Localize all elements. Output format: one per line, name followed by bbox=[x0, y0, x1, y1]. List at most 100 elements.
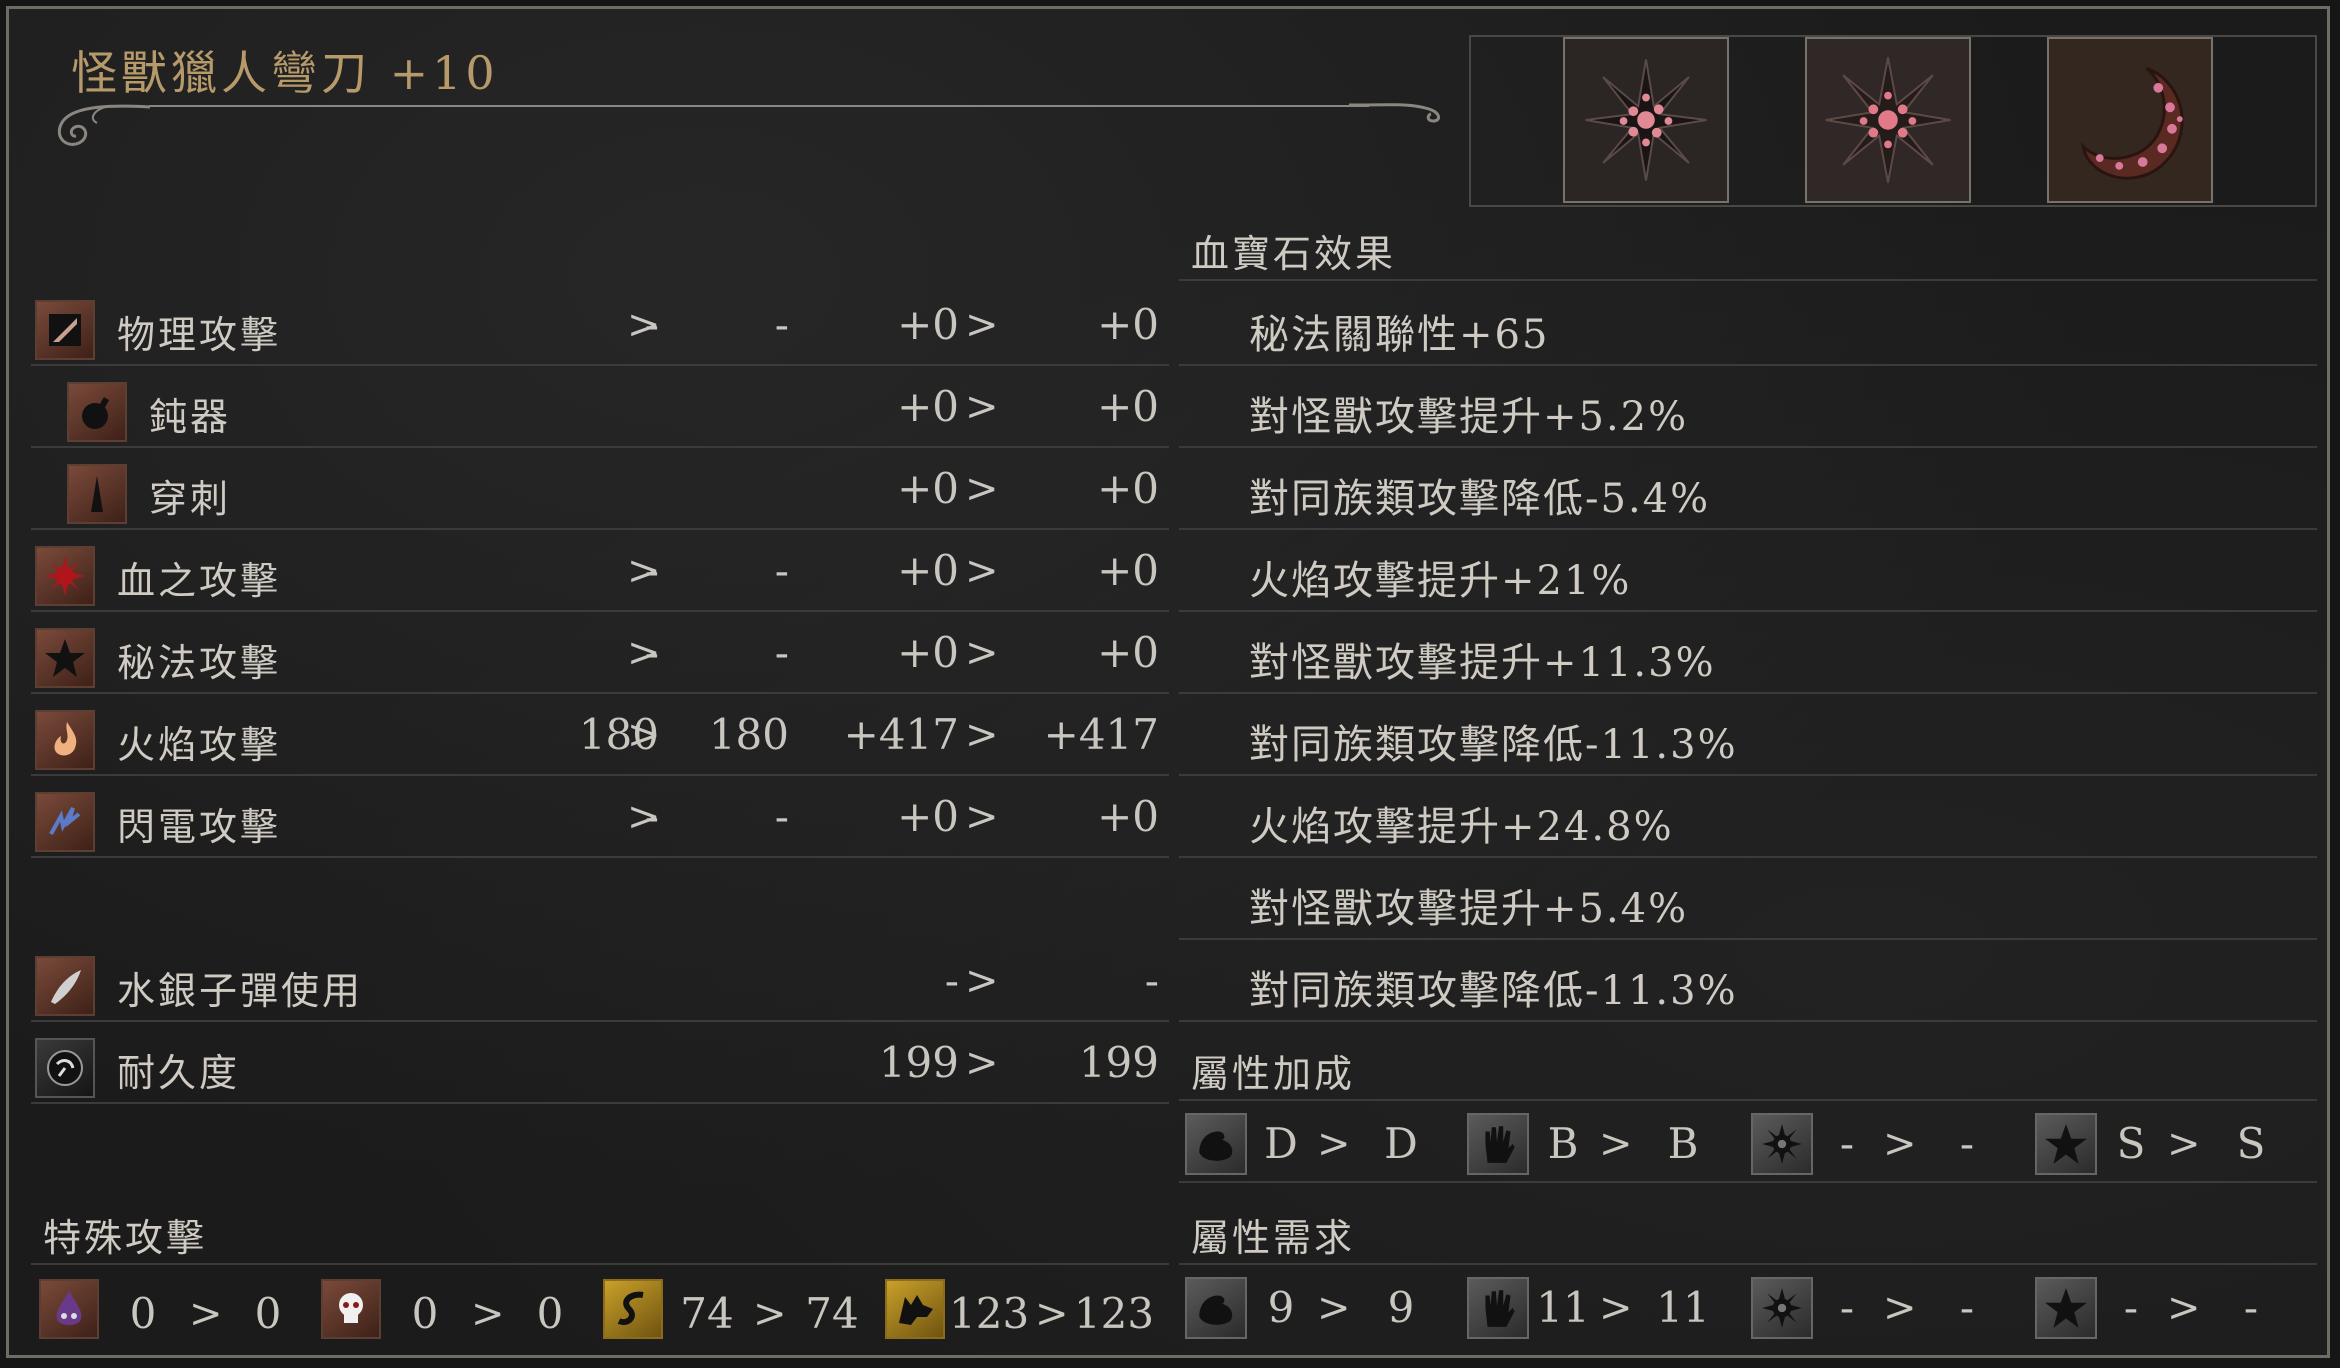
skill-badge bbox=[1467, 1113, 1529, 1175]
waning-blood-gem-icon bbox=[2049, 39, 2211, 201]
skill-icon bbox=[1475, 1285, 1521, 1331]
arrow-icon: > bbox=[753, 1291, 787, 1337]
bloodtinge-icon bbox=[1759, 1121, 1805, 1167]
ornament-right-icon bbox=[1349, 103, 1440, 123]
divider bbox=[31, 610, 1169, 612]
arrow-icon: > bbox=[965, 548, 999, 594]
thrust-badge bbox=[67, 464, 127, 524]
thrust-icon bbox=[75, 472, 119, 516]
arrow-icon: > bbox=[189, 1291, 223, 1337]
arrow-icon: > bbox=[627, 548, 661, 594]
gem-effects-title: 血寶石效果 bbox=[1191, 232, 1397, 276]
blood-attack-badge bbox=[35, 546, 95, 606]
durability-after: 199 bbox=[1078, 1038, 1159, 1087]
gem-effect-text: 秘法關聯性+65 bbox=[1249, 312, 1550, 358]
durability-badge bbox=[35, 1038, 95, 1098]
value-after: - bbox=[2243, 1283, 2259, 1332]
quicksilver-label: 水銀子彈使用 bbox=[117, 969, 364, 1013]
divider bbox=[1179, 774, 2317, 776]
arrow-icon: > bbox=[627, 794, 661, 840]
value-before: - bbox=[1839, 1283, 1855, 1332]
serpent-badge bbox=[603, 1279, 663, 1339]
divider bbox=[1179, 1263, 2317, 1265]
stat-bonus-before: +0 bbox=[897, 300, 959, 349]
special-after: 0 bbox=[536, 1289, 564, 1338]
ornament-left-icon bbox=[57, 104, 151, 146]
blood-attack-icon bbox=[43, 554, 87, 598]
quicksilver-bullet-icon bbox=[43, 964, 87, 1008]
stat-label: 血之攻擊 bbox=[117, 559, 282, 603]
gem-effect-text: 對同族類攻擊降低-11.3% bbox=[1249, 968, 1738, 1014]
gem-effect-text: 對怪獸攻擊提升+11.3% bbox=[1249, 640, 1716, 686]
divider bbox=[31, 1263, 1169, 1265]
arrow-icon: > bbox=[965, 302, 999, 348]
arcane-attack-icon bbox=[43, 636, 87, 680]
stat-bonus-after: +0 bbox=[1097, 628, 1159, 677]
weapon-detail-panel: 怪獸獵人彎刀 +10 物理攻擊 - > - +0 > +0 鈍器 +0 > +0… bbox=[6, 6, 2330, 1358]
fire-attack-badge bbox=[35, 710, 95, 770]
stat-label: 火焰攻擊 bbox=[117, 723, 282, 767]
stat-bonus-after: +417 bbox=[1043, 710, 1159, 759]
value-after: - bbox=[1959, 1283, 1975, 1332]
arrow-icon: > bbox=[965, 794, 999, 840]
kin-badge bbox=[39, 1279, 99, 1339]
arrow-icon: > bbox=[1599, 1285, 1633, 1331]
stat-bonus-before: +0 bbox=[897, 546, 959, 595]
divider bbox=[1179, 1099, 2317, 1101]
durability-before: 199 bbox=[878, 1038, 959, 1087]
bolt-attack-badge bbox=[35, 792, 95, 852]
special-after: 74 bbox=[805, 1289, 859, 1338]
stat-label: 鈍器 bbox=[149, 395, 232, 439]
arrow-icon: > bbox=[471, 1291, 505, 1337]
value-before: - bbox=[2123, 1283, 2139, 1332]
arrow-icon: > bbox=[965, 1040, 999, 1086]
strength-icon bbox=[1193, 1121, 1239, 1167]
arcane-attack-badge bbox=[35, 628, 95, 688]
arrow-icon: > bbox=[2167, 1285, 2201, 1331]
divider bbox=[1179, 1181, 2317, 1183]
arrow-icon: > bbox=[1883, 1285, 1917, 1331]
arcane-icon bbox=[2043, 1121, 2089, 1167]
stat-bonus-before: +417 bbox=[843, 710, 959, 759]
divider bbox=[31, 528, 1169, 530]
durability-icon bbox=[43, 1046, 87, 1090]
skull-icon bbox=[329, 1287, 373, 1331]
arrow-icon: > bbox=[965, 466, 999, 512]
gem-effect-text: 對怪獸攻擊提升+5.4% bbox=[1249, 886, 1689, 932]
quicksilver-after: - bbox=[1144, 956, 1159, 1005]
arrow-icon: > bbox=[627, 630, 661, 676]
divider bbox=[31, 446, 1169, 448]
arcane-badge bbox=[2035, 1113, 2097, 1175]
divider bbox=[1179, 528, 2317, 530]
durability-label: 耐久度 bbox=[117, 1051, 241, 1095]
bloodtinge-icon bbox=[1759, 1285, 1805, 1331]
value-before: B bbox=[1547, 1119, 1579, 1168]
value-after: - bbox=[1959, 1119, 1975, 1168]
divider bbox=[1179, 364, 2317, 366]
stat-label: 物理攻擊 bbox=[117, 313, 282, 357]
gem-slot-1[interactable] bbox=[1563, 37, 1729, 203]
gem-slot-2[interactable] bbox=[1805, 37, 1971, 203]
stat-bonus-before: +0 bbox=[897, 792, 959, 841]
arrow-icon: > bbox=[2167, 1121, 2201, 1167]
divider bbox=[1179, 938, 2317, 940]
scaling-title: 屬性加成 bbox=[1191, 1052, 1356, 1096]
value-before: 9 bbox=[1267, 1283, 1295, 1332]
gem-slot-panel bbox=[1469, 35, 2317, 207]
special-attack-title: 特殊攻擊 bbox=[43, 1216, 208, 1260]
strength-icon bbox=[1193, 1285, 1239, 1331]
special-after: 0 bbox=[254, 1289, 282, 1338]
gem-slot-3[interactable] bbox=[2047, 37, 2213, 203]
stat-bonus-after: +0 bbox=[1097, 300, 1159, 349]
arrow-icon: > bbox=[1035, 1291, 1069, 1337]
stat-bonus-before: +0 bbox=[897, 464, 959, 513]
bolt-attack-icon bbox=[43, 800, 87, 844]
value-after: 9 bbox=[1387, 1283, 1415, 1332]
divider bbox=[31, 856, 1169, 858]
skill-badge bbox=[1467, 1277, 1529, 1339]
gem-effect-text: 對怪獸攻擊提升+5.2% bbox=[1249, 394, 1689, 440]
gem-effect-text: 對同族類攻擊降低-11.3% bbox=[1249, 722, 1738, 768]
special-before: 0 bbox=[129, 1289, 157, 1338]
divider bbox=[31, 1102, 1169, 1104]
quicksilver-before: - bbox=[944, 956, 959, 1005]
